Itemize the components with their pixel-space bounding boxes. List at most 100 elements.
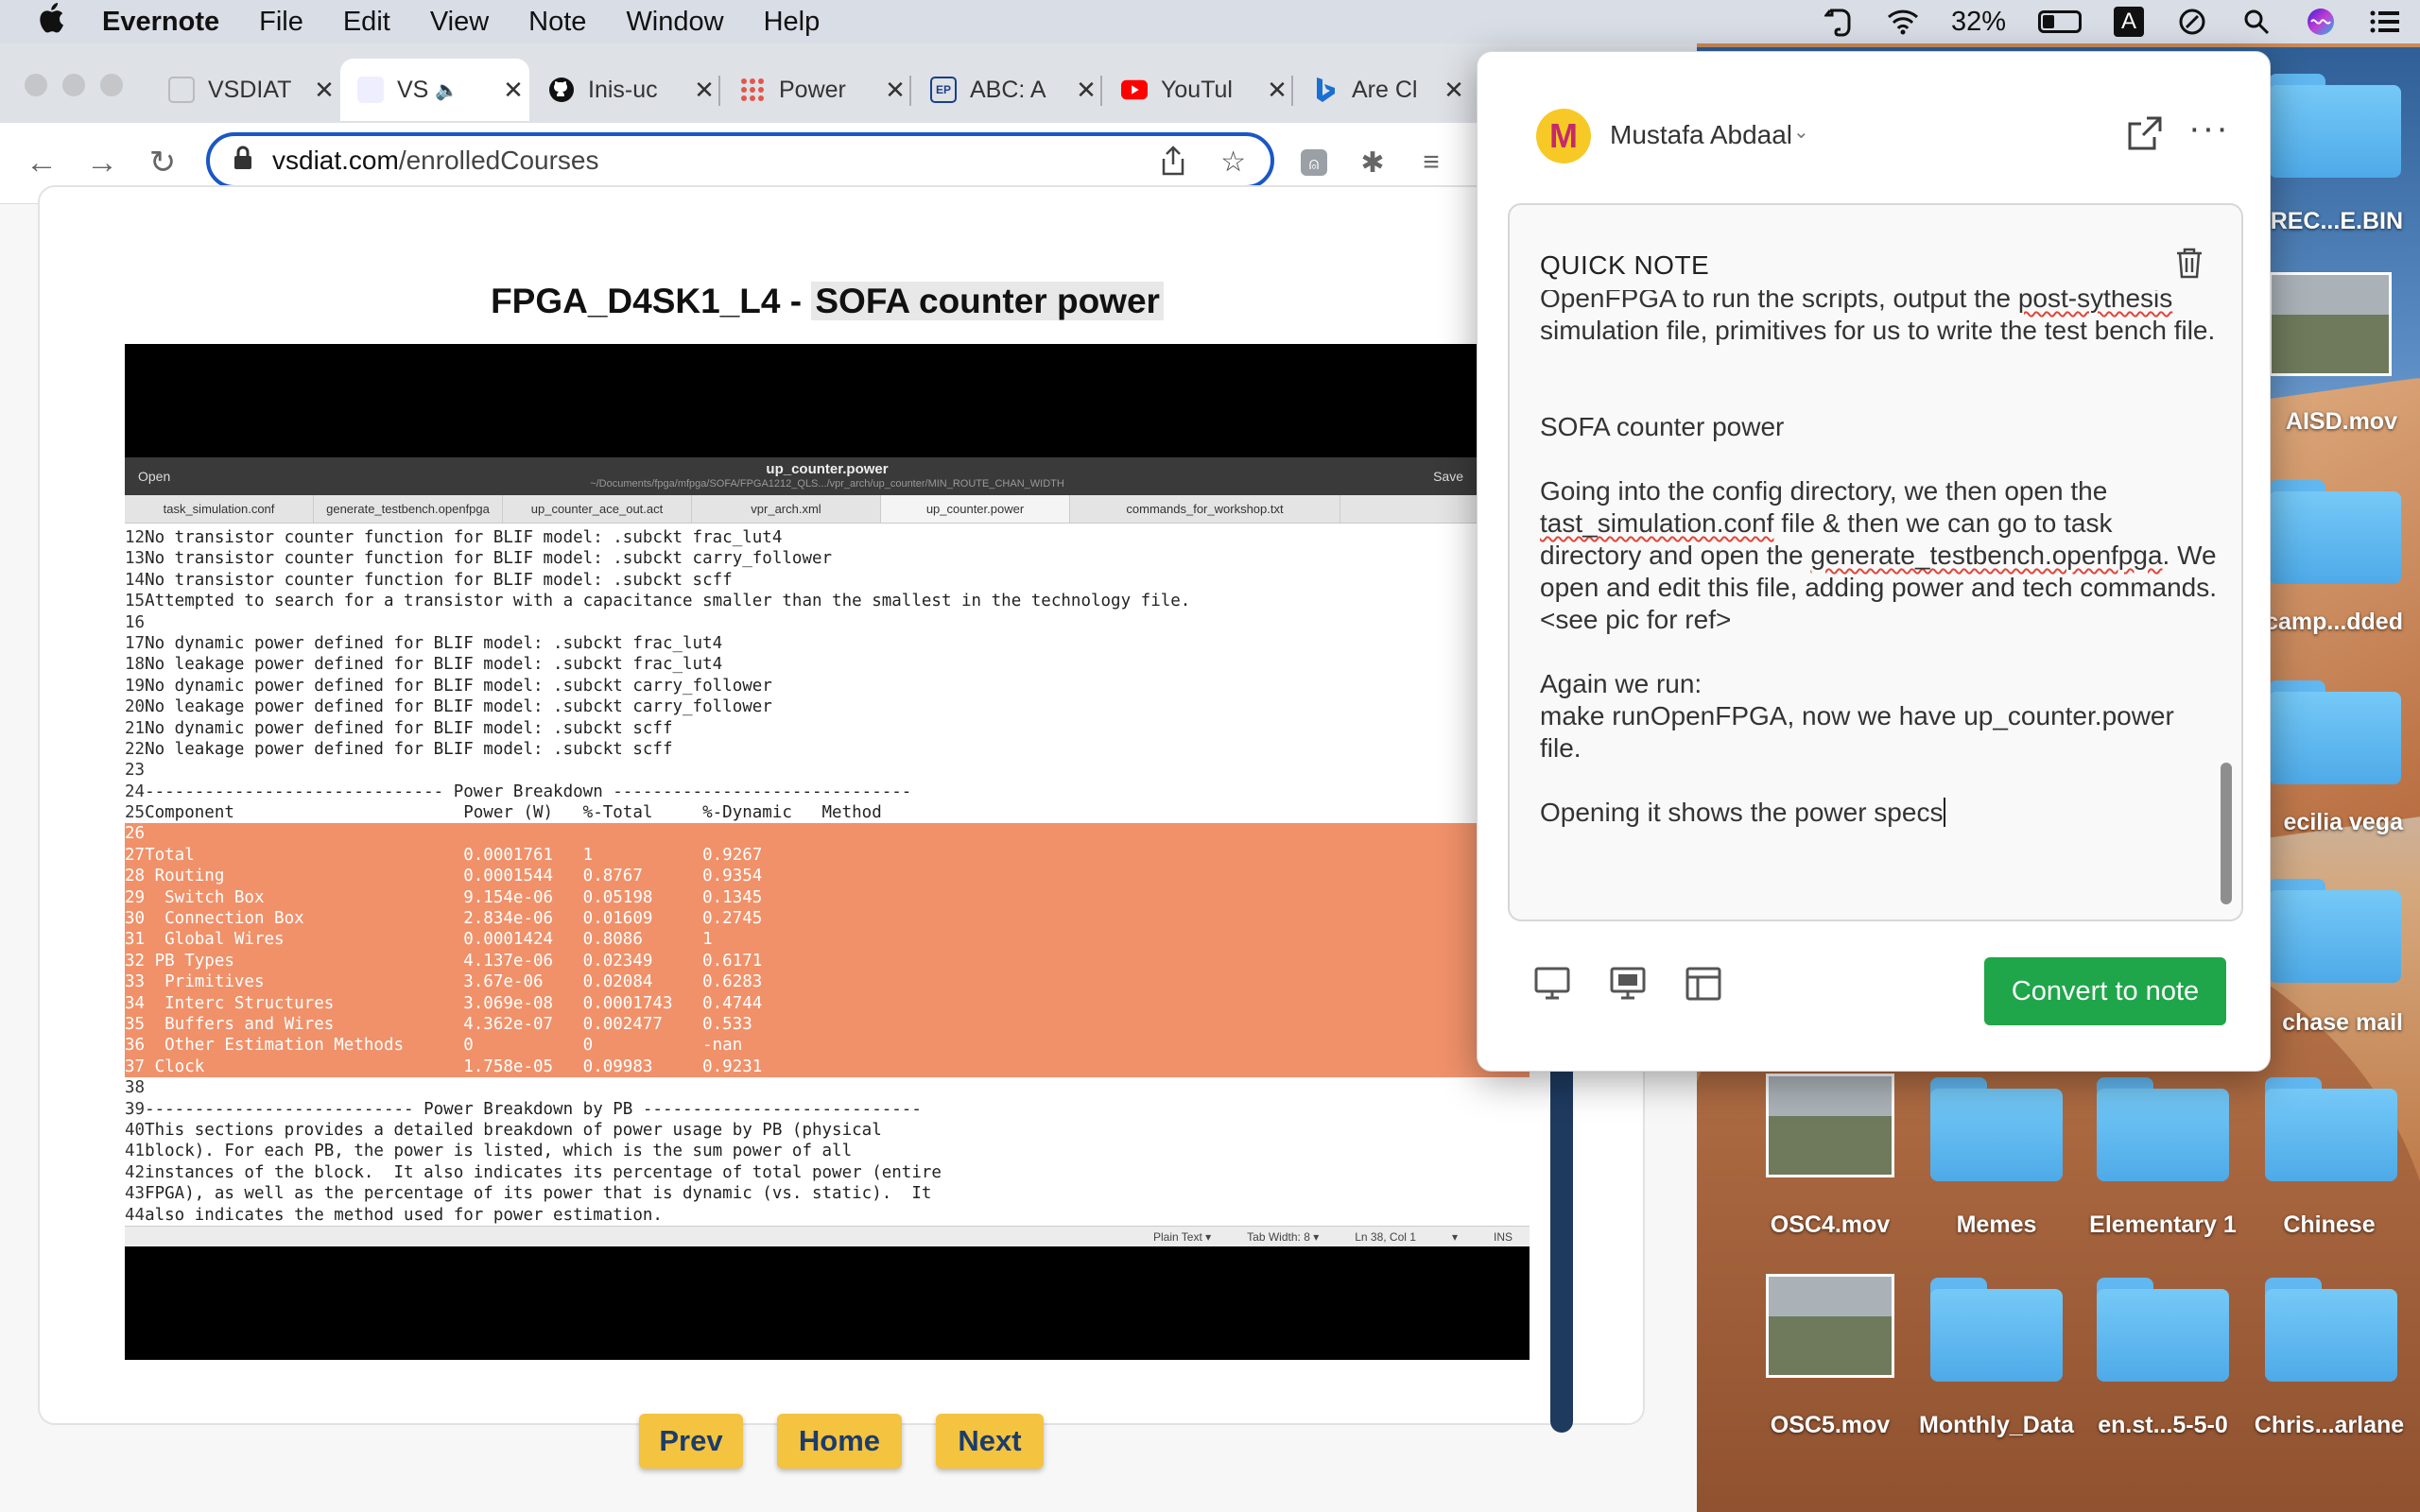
- desktop-item-label[interactable]: REC...E.BIN: [2256, 208, 2403, 235]
- url-text[interactable]: vsdiat.com/enrolledCourses: [272, 146, 599, 176]
- close-tab-icon[interactable]: ✕: [688, 76, 720, 105]
- home-button[interactable]: Home: [777, 1414, 902, 1469]
- evernote-tray-icon[interactable]: [1823, 6, 1855, 38]
- tab-title: Power: [779, 76, 846, 103]
- folder-icon[interactable]: [2265, 1278, 2397, 1382]
- audio-playing-icon[interactable]: 🔈: [435, 78, 473, 102]
- folder-icon[interactable]: [1930, 1278, 2063, 1382]
- address-bar[interactable]: vsdiat.com/enrolledCourses ☆: [206, 132, 1274, 189]
- close-tab-icon[interactable]: ✕: [497, 76, 529, 105]
- tab-title: VS: [397, 76, 429, 103]
- menu-window[interactable]: Window: [626, 7, 723, 38]
- browser-tab[interactable]: VSDIAT ✕: [151, 59, 340, 121]
- desktop-item-label[interactable]: Elementary 1: [2078, 1211, 2248, 1239]
- desktop-item-label[interactable]: Chinese: [2244, 1211, 2414, 1239]
- quick-note-editor[interactable]: QUICK NOTE OpenFPGA to run the scripts, …: [1508, 203, 2243, 921]
- status-item: INS: [1493, 1229, 1512, 1244]
- folder-icon[interactable]: [2269, 74, 2401, 178]
- chevron-down-icon[interactable]: ⌄: [1793, 120, 1809, 144]
- desktop-item-label[interactable]: ecilia vega: [2256, 809, 2403, 836]
- video-frame-gedit: Open up_counter.power ~/Documents/fpga/m…: [125, 457, 1530, 1246]
- browser-tab[interactable]: YouTul ✕: [1104, 59, 1293, 121]
- menu-edit[interactable]: Edit: [343, 7, 390, 38]
- bookmark-star-icon[interactable]: ☆: [1220, 146, 1246, 179]
- close-tab-icon[interactable]: ✕: [1070, 76, 1102, 105]
- code-line: 31 Global Wires 0.0001424 0.8086 1: [125, 929, 1530, 951]
- screenshot-window-icon[interactable]: [1610, 967, 1648, 1005]
- folder-icon[interactable]: [2269, 879, 2401, 983]
- desktop-item-label[interactable]: OSC4.mov: [1745, 1211, 1915, 1239]
- video-thumbnail[interactable]: [1766, 1274, 1894, 1378]
- trash-icon[interactable]: [2175, 247, 2205, 281]
- next-button[interactable]: Next: [936, 1414, 1044, 1469]
- folder-icon[interactable]: [1930, 1077, 2063, 1181]
- line-number: 39: [125, 1099, 146, 1119]
- extension-icon[interactable]: ⍝: [1295, 144, 1333, 181]
- battery-icon[interactable]: [2038, 10, 2082, 33]
- desktop-item-label[interactable]: AISD.mov: [2256, 408, 2397, 436]
- menu-view[interactable]: View: [430, 7, 489, 38]
- control-center-icon[interactable]: [2369, 6, 2401, 38]
- browser-tab[interactable]: Power ✕: [722, 59, 911, 121]
- media-queue-icon[interactable]: ≡: [1412, 144, 1450, 181]
- folder-icon[interactable]: [2265, 1077, 2397, 1181]
- input-source-icon[interactable]: A: [2114, 7, 2144, 37]
- line-text: ------------------------------ Power Bre…: [145, 782, 912, 801]
- video-thumbnail[interactable]: [1766, 1074, 1894, 1177]
- desktop-item-label[interactable]: camp...dded: [2256, 609, 2403, 636]
- note-scrollbar[interactable]: [2221, 763, 2232, 904]
- note-body[interactable]: OpenFPGA to run the scripts, output the …: [1540, 290, 2221, 904]
- close-tab-icon[interactable]: ✕: [308, 76, 340, 105]
- code-line: 21No dynamic power defined for BLIF mode…: [125, 718, 1530, 739]
- screenshot-region-icon[interactable]: [1685, 967, 1723, 1005]
- open-in-app-icon[interactable]: [2126, 114, 2168, 156]
- app-name-menu[interactable]: Evernote: [102, 7, 219, 38]
- avatar[interactable]: M: [1536, 109, 1591, 163]
- spotlight-search-icon[interactable]: [2240, 6, 2273, 38]
- window-close-button[interactable]: [25, 74, 47, 96]
- menu-help[interactable]: Help: [764, 7, 821, 38]
- browser-tab[interactable]: Are Cl ✕: [1295, 59, 1470, 121]
- browser-tab[interactable]: EP ABC: A ✕: [913, 59, 1102, 121]
- more-options-icon[interactable]: ···: [2188, 109, 2230, 149]
- lesson-video-player[interactable]: Open up_counter.power ~/Documents/fpga/m…: [125, 344, 1530, 1360]
- apple-menu-icon[interactable]: [38, 3, 66, 41]
- folder-icon[interactable]: [2269, 680, 2401, 784]
- browser-tab-active[interactable]: VS 🔈 ✕: [340, 59, 529, 121]
- code-line: 33 Primitives 3.67e-06 0.02084 0.6283: [125, 971, 1530, 993]
- desktop-item-label[interactable]: Chris...arlane: [2244, 1412, 2414, 1439]
- share-icon[interactable]: [1161, 146, 1185, 183]
- folder-icon[interactable]: [2097, 1077, 2229, 1181]
- convert-to-note-button[interactable]: Convert to note: [1984, 957, 2226, 1025]
- account-name[interactable]: Mustafa Abdaal: [1610, 120, 1792, 150]
- window-zoom-button[interactable]: [100, 74, 123, 96]
- reload-icon[interactable]: ↻: [140, 140, 185, 185]
- puzzle-extensions-icon[interactable]: ✱: [1354, 144, 1392, 181]
- close-tab-icon[interactable]: ✕: [879, 76, 911, 105]
- github-icon: [548, 77, 575, 103]
- window-minimize-button[interactable]: [62, 74, 85, 96]
- desktop-item-label[interactable]: chase mail: [2256, 1009, 2403, 1037]
- prev-button[interactable]: Prev: [639, 1414, 743, 1469]
- browser-tab[interactable]: Inis-uc ✕: [531, 59, 720, 121]
- menu-note[interactable]: Note: [528, 7, 586, 38]
- desktop-item-label[interactable]: Memes: [1911, 1211, 2082, 1239]
- lock-icon[interactable]: [233, 146, 257, 177]
- back-arrow-icon[interactable]: ←: [19, 140, 64, 185]
- folder-icon[interactable]: [2269, 480, 2401, 584]
- wifi-icon[interactable]: [1887, 6, 1919, 38]
- clock-icon[interactable]: [2176, 6, 2208, 38]
- desktop-item-label[interactable]: en.st...5-5-0: [2078, 1412, 2248, 1439]
- menu-file[interactable]: File: [259, 7, 303, 38]
- forward-arrow-icon[interactable]: →: [79, 140, 125, 185]
- siri-icon[interactable]: [2305, 6, 2337, 38]
- line-number: 26: [125, 824, 146, 844]
- folder-icon[interactable]: [2097, 1278, 2229, 1382]
- video-thumbnail[interactable]: [2269, 272, 2392, 376]
- desktop-item-label[interactable]: OSC5.mov: [1745, 1412, 1915, 1439]
- close-tab-icon[interactable]: ✕: [1261, 76, 1293, 105]
- line-text: No transistor counter function for BLIF …: [145, 528, 783, 547]
- close-tab-icon[interactable]: ✕: [1438, 76, 1470, 105]
- desktop-item-label[interactable]: Monthly_Data: [1911, 1412, 2082, 1439]
- screenshot-screen-icon[interactable]: [1534, 967, 1572, 1005]
